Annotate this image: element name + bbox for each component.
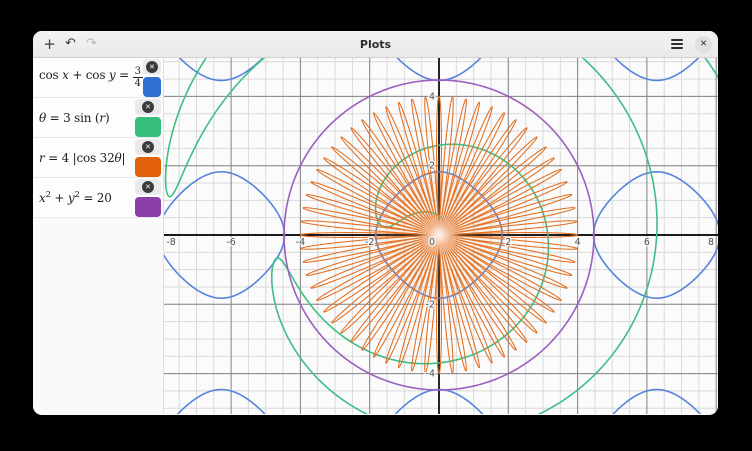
equation-controls: ✕ <box>135 99 161 137</box>
equation-text[interactable]: θ = 3 sin (r) <box>39 111 135 125</box>
equation-row[interactable]: x2 + y2 = 20 ✕ <box>33 178 163 218</box>
remove-icon: ✕ <box>142 141 154 153</box>
remove-equation-button[interactable]: ✕ <box>135 179 161 195</box>
color-swatch[interactable] <box>143 77 161 97</box>
equation-text[interactable]: r = 4 |cos 32θ| <box>39 151 135 165</box>
equation-text[interactable]: x2 + y2 = 20 <box>39 190 135 205</box>
close-icon: ✕ <box>700 39 707 49</box>
equation-row[interactable]: θ = 3 sin (r) ✕ <box>33 98 163 138</box>
color-swatch[interactable] <box>135 197 161 217</box>
equation-sidebar: cos x + cos y = 34✕θ = 3 sin (r)✕r = 4 |… <box>33 58 164 414</box>
equation-text[interactable]: cos x + cos y = 34 <box>39 66 143 89</box>
header-bar: + ↶ ↷ Plots ✕ <box>33 31 718 58</box>
header-right-controls: ✕ <box>668 35 712 53</box>
undo-button[interactable]: ↶ <box>60 31 81 57</box>
plots-window: + ↶ ↷ Plots ✕ cos x + cos y = 34✕θ = 3 s… <box>33 31 718 415</box>
remove-icon: ✕ <box>146 61 158 73</box>
hamburger-menu-icon[interactable] <box>668 35 686 53</box>
window-close-button[interactable]: ✕ <box>695 36 712 53</box>
remove-equation-button[interactable]: ✕ <box>143 59 161 75</box>
equation-controls: ✕ <box>143 59 161 97</box>
add-equation-button[interactable]: + <box>39 31 60 57</box>
color-swatch[interactable] <box>135 117 161 137</box>
equation-row[interactable]: r = 4 |cos 32θ| ✕ <box>33 138 163 178</box>
desktop-background: + ↶ ↷ Plots ✕ cos x + cos y = 34✕θ = 3 s… <box>0 0 752 451</box>
remove-icon: ✕ <box>142 181 154 193</box>
remove-icon: ✕ <box>142 101 154 113</box>
redo-button[interactable]: ↷ <box>81 31 102 57</box>
remove-equation-button[interactable]: ✕ <box>135 139 161 155</box>
window-title: Plots <box>33 31 718 57</box>
window-body: cos x + cos y = 34✕θ = 3 sin (r)✕r = 4 |… <box>33 58 718 414</box>
plot-canvas[interactable] <box>164 58 718 414</box>
color-swatch[interactable] <box>135 157 161 177</box>
equation-controls: ✕ <box>135 139 161 177</box>
remove-equation-button[interactable]: ✕ <box>135 99 161 115</box>
equation-row[interactable]: cos x + cos y = 34✕ <box>33 58 163 98</box>
equation-controls: ✕ <box>135 179 161 217</box>
